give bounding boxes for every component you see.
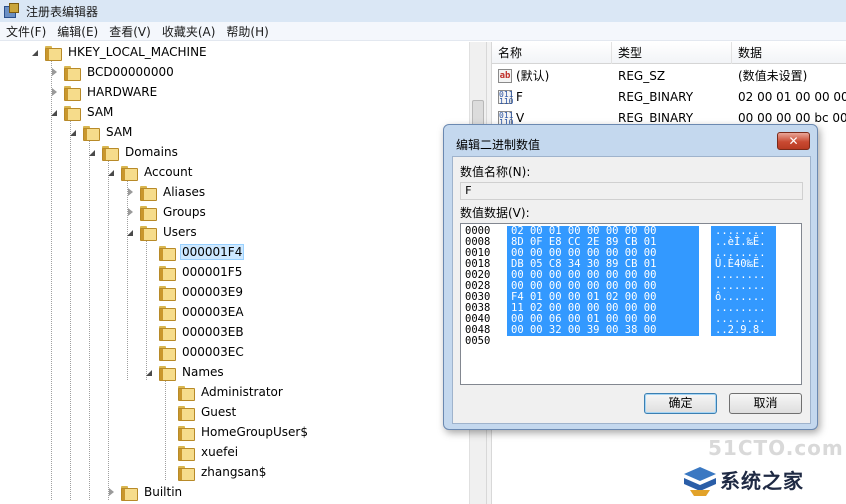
menu-edit[interactable]: 编辑(E)	[52, 23, 103, 40]
tree-node-aliases[interactable]: Aliases	[125, 182, 207, 202]
tree-node-administrator[interactable]: Administrator	[175, 382, 285, 402]
tree-node-builtin[interactable]: Builtin	[106, 482, 184, 502]
folder-icon	[158, 304, 176, 321]
tree-node-sam-sam[interactable]: SAM	[68, 122, 134, 142]
value-data-label: 数值数据(V):	[460, 206, 530, 220]
list-row[interactable]: 011110 F REG_BINARY 02 00 01 00 00 00 00	[492, 87, 846, 108]
dialog-body: 数值名称(N): F 数值数据(V): 0000 02 00 01 00 00 0…	[452, 156, 811, 424]
folder-icon	[139, 224, 157, 241]
tree-node-000003e9[interactable]: 000003E9	[156, 282, 245, 302]
column-type[interactable]: 类型	[612, 42, 732, 64]
folder-icon	[158, 284, 176, 301]
folder-icon	[101, 144, 119, 161]
expand-arrow-icon[interactable]	[106, 162, 118, 182]
folder-icon	[158, 344, 176, 361]
folder-icon	[120, 484, 138, 501]
watermark-logo-icon	[684, 467, 716, 496]
menu-file[interactable]: 文件(F)	[1, 23, 51, 40]
column-name[interactable]: 名称	[492, 42, 612, 64]
expand-arrow-icon[interactable]	[125, 222, 137, 242]
tree-node-zhangsan[interactable]: zhangsan$	[175, 462, 268, 482]
collapse-arrow-icon[interactable]	[49, 62, 61, 82]
tree-node-000003ec[interactable]: 000003EC	[156, 342, 246, 362]
expand-arrow-icon[interactable]	[68, 122, 80, 142]
hex-editor[interactable]: 0000 02 00 01 00 00 00 00 00........ 0008…	[460, 223, 802, 385]
menu-view[interactable]: 查看(V)	[104, 23, 156, 40]
tree-node-users[interactable]: Users	[125, 222, 199, 242]
value-name-label: 数值名称(N):	[460, 165, 531, 179]
tree-node-000003ea[interactable]: 000003EA	[156, 302, 246, 322]
binary-value-icon: 011 110	[498, 111, 514, 127]
collapse-arrow-icon[interactable]	[125, 202, 137, 222]
folder-icon	[139, 204, 157, 221]
tree-node-domains[interactable]: Domains	[87, 142, 180, 162]
tree-node-groups[interactable]: Groups	[125, 202, 208, 222]
expand-arrow-icon[interactable]	[87, 142, 99, 162]
registry-tree[interactable]: HKEY_LOCAL_MACHINE BCD00000000 HARDWARE …	[0, 42, 486, 504]
folder-icon	[120, 164, 138, 181]
folder-icon	[63, 104, 81, 121]
folder-icon	[177, 404, 195, 421]
tree-node-000001f5[interactable]: 000001F5	[156, 262, 244, 282]
string-value-icon: ab	[498, 69, 512, 83]
collapse-arrow-icon[interactable]	[125, 182, 137, 202]
tree-node-hklm[interactable]: HKEY_LOCAL_MACHINE	[30, 42, 209, 62]
folder-icon	[139, 184, 157, 201]
expand-arrow-icon[interactable]	[49, 102, 61, 122]
dialog-close-button[interactable]: ✕	[777, 132, 810, 150]
folder-icon	[177, 384, 195, 401]
folder-icon	[63, 64, 81, 81]
folder-icon	[177, 424, 195, 441]
watermark-site: 51CTO.com	[708, 436, 844, 460]
tree-node-000003eb[interactable]: 000003EB	[156, 322, 246, 342]
folder-icon	[177, 464, 195, 481]
folder-icon	[44, 44, 62, 61]
window-title: 注册表编辑器	[26, 4, 99, 19]
menu-favorites[interactable]: 收藏夹(A)	[157, 23, 221, 40]
menu-help[interactable]: 帮助(H)	[221, 23, 273, 40]
watermark-brand: 系统之家	[720, 469, 804, 493]
tree-node-hardware[interactable]: HARDWARE	[49, 82, 159, 102]
collapse-arrow-icon[interactable]	[106, 482, 118, 502]
folder-icon	[158, 364, 176, 381]
cancel-button[interactable]: 取消	[729, 393, 802, 414]
tree-node-xuefei[interactable]: xuefei	[175, 442, 240, 462]
tree-node-guest[interactable]: Guest	[175, 402, 238, 422]
collapse-arrow-icon[interactable]	[49, 82, 61, 102]
tree-node-000001f4[interactable]: 000001F4	[156, 242, 245, 262]
folder-icon	[63, 84, 81, 101]
registry-editor-icon	[3, 3, 19, 19]
folder-icon	[82, 124, 100, 141]
list-row[interactable]: ab (默认) REG_SZ (数值未设置)	[492, 66, 846, 87]
title-bar: 注册表编辑器	[0, 0, 846, 22]
folder-icon	[158, 264, 176, 281]
folder-icon	[177, 444, 195, 461]
ok-button[interactable]: 确定	[644, 393, 717, 414]
expand-arrow-icon[interactable]	[30, 42, 42, 62]
tree-node-names[interactable]: Names	[144, 362, 226, 382]
tree-node-bcd[interactable]: BCD00000000	[49, 62, 176, 82]
close-icon: ✕	[788, 134, 799, 148]
binary-value-icon: 011 110	[498, 90, 514, 106]
menu-bar: 文件(F) 编辑(E) 查看(V) 收藏夹(A) 帮助(H)	[0, 22, 846, 41]
folder-icon	[158, 324, 176, 341]
tree-node-sam[interactable]: SAM	[49, 102, 115, 122]
tree-node-homegroupuser[interactable]: HomeGroupUser$	[175, 422, 310, 442]
edit-binary-dialog: 编辑二进制数值 ✕ 数值名称(N): F 数值数据(V): 0000 02 00 …	[443, 124, 818, 430]
value-name-field: F	[460, 182, 803, 200]
column-data[interactable]: 数据	[732, 42, 846, 64]
tree-node-account[interactable]: Account	[106, 162, 194, 182]
dialog-title: 编辑二进制数值	[456, 138, 541, 152]
list-header: 名称 类型 数据	[492, 42, 846, 64]
expand-arrow-icon[interactable]	[144, 362, 156, 382]
folder-icon	[158, 244, 176, 261]
